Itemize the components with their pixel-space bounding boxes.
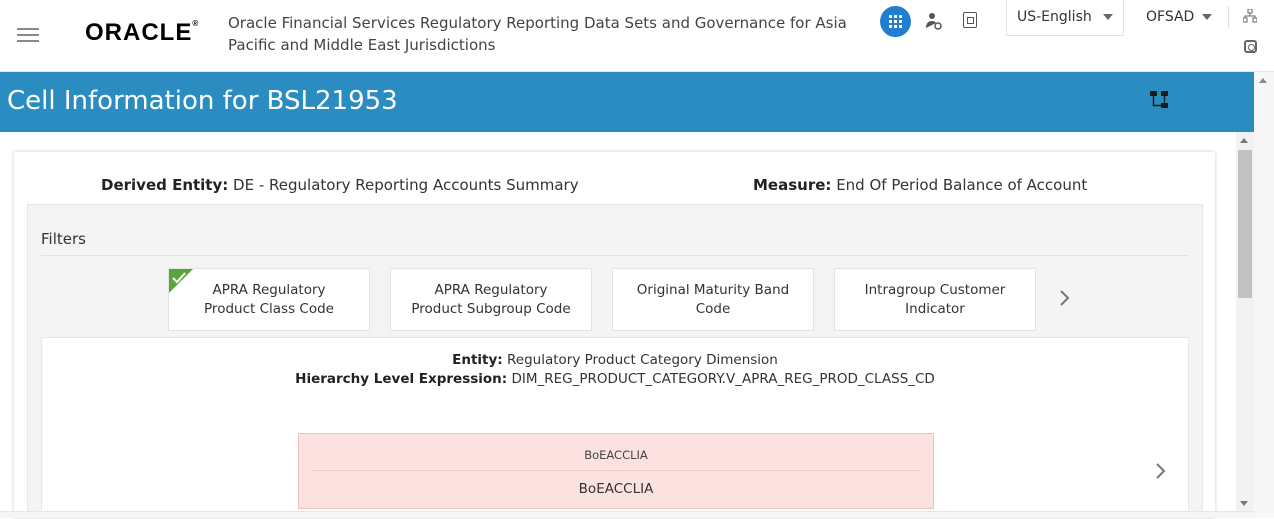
clock-icon[interactable] [1244, 40, 1257, 53]
language-value: US-English [1017, 9, 1092, 25]
measure-summary: Measure: End Of Period Balance of Accoun… [753, 176, 1087, 194]
scroll-down-icon[interactable] [1240, 501, 1248, 506]
brand-name: ORACLE [85, 19, 193, 46]
filters-heading: Filters [41, 230, 86, 248]
scroll-up-icon[interactable] [1259, 78, 1267, 83]
oracle-logo: ORACLE® [85, 19, 200, 46]
scroll-thumb[interactable] [1238, 150, 1252, 298]
app-title: Oracle Financial Services Regulatory Rep… [228, 14, 847, 54]
filter-tile-apra-product-subgroup[interactable]: APRA Regulatory Product Subgroup Code [390, 268, 592, 331]
divider [313, 470, 919, 471]
chevron-down-icon [1103, 14, 1113, 20]
derived-entity-label: Derived Entity: [101, 176, 229, 194]
top-header: ORACLE® Oracle Financial Services Regula… [0, 0, 1274, 72]
hierarchy-label: Hierarchy Level Expression: [295, 371, 508, 387]
filters-panel: Filters APRA Regulatory Product Class Co… [27, 204, 1203, 519]
chevron-down-icon [1202, 14, 1213, 20]
node-value: BoEACCLIA [578, 481, 654, 497]
node-code: BoEACCLIA [584, 448, 648, 462]
cell-info-card: Derived Entity: DE - Regulatory Reportin… [14, 152, 1215, 519]
hierarchy-node-card[interactable]: BoEACCLIA BoEACCLIA [298, 433, 934, 509]
network-icon[interactable] [1243, 9, 1257, 23]
page-scrollbar[interactable] [1254, 72, 1274, 518]
bottom-strip [0, 511, 1254, 518]
scroll-up-icon[interactable] [1240, 138, 1248, 143]
filter-tile-original-maturity-band[interactable]: Original Maturity Band Code [612, 268, 814, 331]
entity-label: Entity: [452, 352, 503, 368]
user-admin-icon[interactable] [926, 12, 942, 30]
divider [41, 255, 1189, 256]
language-select[interactable]: US-English [1006, 0, 1124, 36]
hierarchy-line: Hierarchy Level Expression: DIM_REG_PROD… [42, 371, 1188, 387]
filter-tile-label: Intragroup Customer Indicator [864, 281, 1006, 317]
checkmark-icon [169, 269, 193, 293]
apps-grid-icon[interactable] [880, 6, 911, 37]
filter-tile-apra-product-class[interactable]: APRA Regulatory Product Class Code [168, 268, 370, 331]
chevron-right-icon[interactable] [1058, 289, 1072, 307]
chevron-right-icon[interactable] [1154, 462, 1168, 480]
derived-entity-summary: Derived Entity: DE - Regulatory Reportin… [101, 176, 579, 194]
filter-tile-label: Original Maturity Band Code [636, 281, 790, 317]
entity-value: Regulatory Product Category Dimension [506, 352, 778, 368]
page-title: Cell Information for BSL21953 [7, 86, 398, 116]
hierarchy-value: DIM_REG_PRODUCT_CATEGORY.V_APRA_REG_PROD… [511, 371, 935, 387]
entity-line: Entity: Regulatory Product Category Dime… [42, 352, 1188, 368]
hamburger-menu-icon[interactable] [17, 28, 39, 42]
derived-entity-value: DE - Regulatory Reporting Accounts Summa… [233, 176, 579, 194]
hierarchy-view-icon[interactable] [1149, 90, 1169, 110]
measure-label: Measure: [753, 176, 832, 194]
filter-tile-label: APRA Regulatory Product Class Code [204, 281, 334, 317]
divider [1228, 6, 1229, 28]
filter-tile-intragroup-customer[interactable]: Intragroup Customer Indicator [834, 268, 1036, 331]
filter-tile-label: APRA Regulatory Product Subgroup Code [411, 281, 571, 317]
page-title-bar: Cell Information for BSL21953 [0, 72, 1254, 132]
measure-value: End Of Period Balance of Account [836, 176, 1088, 194]
user-menu[interactable]: OFSAD [1146, 9, 1213, 25]
book-icon[interactable] [963, 12, 977, 28]
content-scrollbar[interactable] [1236, 132, 1254, 512]
user-name: OFSAD [1146, 9, 1195, 25]
filter-detail-panel: Entity: Regulatory Product Category Dime… [41, 337, 1189, 519]
